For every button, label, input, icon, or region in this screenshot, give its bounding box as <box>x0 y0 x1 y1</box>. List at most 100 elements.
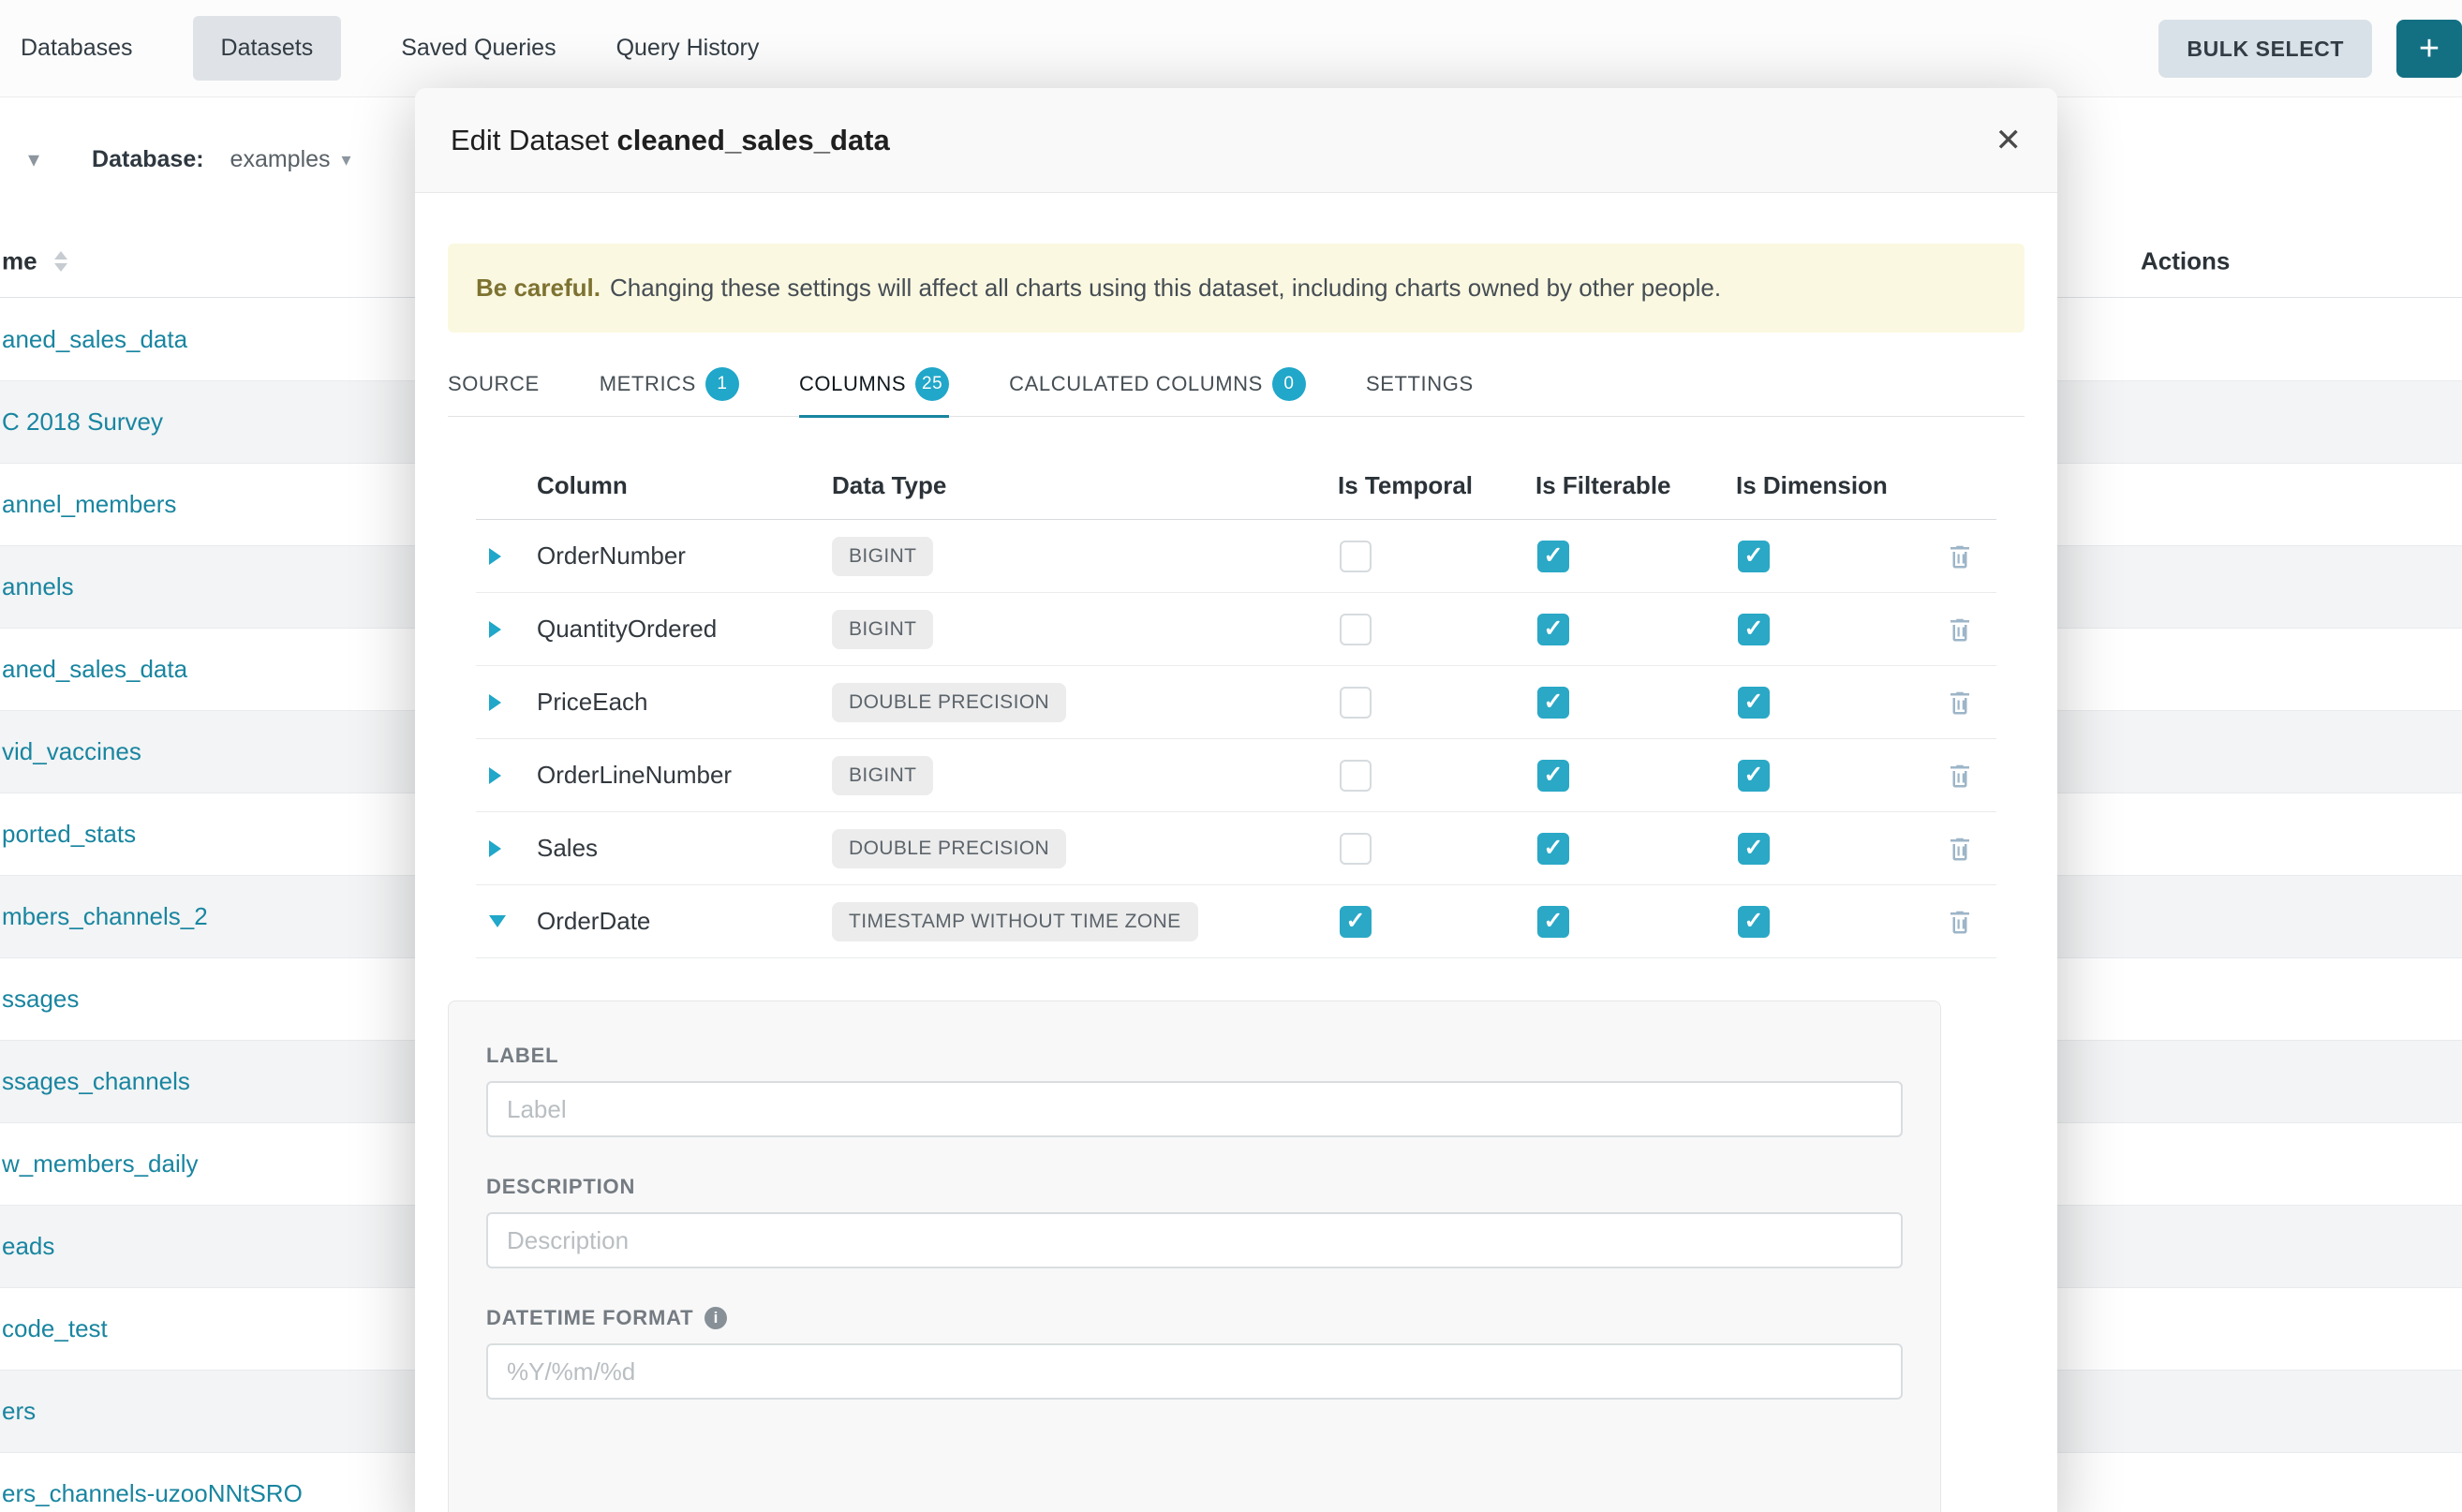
columns-table-rows: OrderNumber BIGINT QuantityOrdered BIGINT Pr… <box>476 520 1996 958</box>
header-is-filterable: Is Filterable <box>1535 471 1736 500</box>
expand-caret-icon[interactable] <box>489 694 501 711</box>
modal-tabs: SOURCE METRICS 1 COLUMNS 25 CALCULATED C… <box>448 351 2024 417</box>
dataset-link[interactable]: w_members_daily <box>2 1149 199 1178</box>
dataset-link[interactable]: C 2018 Survey <box>2 408 163 437</box>
dataset-link[interactable]: ported_stats <box>2 820 136 849</box>
expand-caret-icon[interactable] <box>489 840 501 857</box>
label-field-group: LABEL <box>486 1044 1903 1137</box>
column-name: OrderDate <box>537 907 650 936</box>
delete-column-icon[interactable] <box>1946 689 1974 717</box>
is-dimension-checkbox[interactable] <box>1738 760 1770 792</box>
is-dimension-checkbox[interactable] <box>1738 541 1770 572</box>
is-temporal-checkbox[interactable] <box>1340 760 1372 792</box>
dataset-link[interactable]: aned_sales_data <box>2 325 187 354</box>
is-filterable-checkbox[interactable] <box>1537 906 1569 938</box>
is-dimension-checkbox[interactable] <box>1738 833 1770 865</box>
is-filterable-checkbox[interactable] <box>1537 687 1569 719</box>
tab-metrics[interactable]: METRICS 1 <box>600 351 739 417</box>
datetime-format-input[interactable] <box>486 1343 1903 1400</box>
is-filterable-checkbox[interactable] <box>1537 541 1569 572</box>
nav-tab-saved-queries[interactable]: Saved Queries <box>401 35 556 62</box>
data-type-pill: BIGINT <box>832 610 933 649</box>
is-filterable-checkbox[interactable] <box>1537 760 1569 792</box>
is-temporal-checkbox[interactable] <box>1340 614 1372 645</box>
dataset-link[interactable]: annel_members <box>2 490 176 519</box>
nav-tab-query-history[interactable]: Query History <box>616 35 760 62</box>
dataset-link[interactable]: ssages_channels <box>2 1067 190 1096</box>
data-type-pill: DOUBLE PRECISION <box>832 683 1066 722</box>
data-type-pill: BIGINT <box>832 537 933 576</box>
tab-calculated-columns[interactable]: CALCULATED COLUMNS 0 <box>1009 351 1306 417</box>
column-row: PriceEachDOUBLE PRECISION <box>476 666 1996 739</box>
columns-table: Column Data Type Is Temporal Is Filterab… <box>476 417 1996 958</box>
nav-tabs: Databases Datasets Saved Queries Query H… <box>21 16 759 81</box>
tab-source-label: SOURCE <box>448 372 540 396</box>
nav-tab-databases[interactable]: Databases <box>21 35 133 62</box>
is-filterable-checkbox[interactable] <box>1537 614 1569 645</box>
close-icon[interactable]: ✕ <box>1995 125 2023 156</box>
is-filterable-checkbox[interactable] <box>1537 833 1569 865</box>
filter-toolbar: ▾ Database: examples ▾ <box>0 126 351 192</box>
description-field-label: DESCRIPTION <box>486 1175 1903 1199</box>
description-field-group: DESCRIPTION <box>486 1175 1903 1268</box>
name-column-header[interactable]: me <box>2 246 37 275</box>
expand-caret-icon[interactable] <box>489 621 501 638</box>
delete-column-icon[interactable] <box>1946 762 1974 790</box>
tab-columns[interactable]: COLUMNS 25 <box>799 351 949 417</box>
column-name: OrderNumber <box>537 541 686 571</box>
tab-source[interactable]: SOURCE <box>448 351 540 417</box>
is-dimension-checkbox[interactable] <box>1738 906 1770 938</box>
description-input[interactable] <box>486 1212 1903 1268</box>
datetime-format-field-label: DATETIME FORMAT <box>486 1306 693 1330</box>
tab-calculated-columns-label: CALCULATED COLUMNS <box>1009 372 1263 396</box>
dataset-link[interactable]: ssages <box>2 985 79 1014</box>
dataset-link[interactable]: eads <box>2 1232 54 1261</box>
nav-tab-datasets[interactable]: Datasets <box>193 16 342 81</box>
chevron-down-icon[interactable]: ▾ <box>342 148 351 171</box>
is-dimension-checkbox[interactable] <box>1738 687 1770 719</box>
column-name: QuantityOrdered <box>537 615 717 644</box>
dataset-link[interactable]: code_test <box>2 1314 108 1343</box>
datasets-page: Databases Datasets Saved Queries Query H… <box>0 0 2462 1512</box>
is-temporal-checkbox[interactable] <box>1340 687 1372 719</box>
dataset-link[interactable]: vid_vaccines <box>2 737 141 766</box>
dataset-link[interactable]: ers <box>2 1397 36 1426</box>
column-row: OrderDateTIMESTAMP WITHOUT TIME ZONE <box>476 885 1996 958</box>
add-dataset-button[interactable]: + <box>2396 20 2462 78</box>
expand-caret-icon[interactable] <box>489 767 501 784</box>
column-name: Sales <box>537 834 598 863</box>
modal-title-prefix: Edit Dataset <box>451 124 609 156</box>
delete-column-icon[interactable] <box>1946 615 1974 644</box>
label-input[interactable] <box>486 1081 1903 1137</box>
is-temporal-checkbox[interactable] <box>1340 541 1372 572</box>
chevron-down-icon[interactable]: ▾ <box>28 146 39 173</box>
tab-settings[interactable]: SETTINGS <box>1366 351 1474 417</box>
column-row: SalesDOUBLE PRECISION <box>476 812 1996 885</box>
info-icon[interactable] <box>704 1307 727 1329</box>
tab-columns-badge: 25 <box>915 367 949 401</box>
delete-column-icon[interactable] <box>1946 542 1974 571</box>
is-temporal-checkbox[interactable] <box>1340 833 1372 865</box>
warning-banner: Be careful. Changing these settings will… <box>448 244 2024 333</box>
columns-table-header: Column Data Type Is Temporal Is Filterab… <box>476 417 1996 520</box>
dataset-link[interactable]: mbers_channels_2 <box>2 902 208 931</box>
dataset-link[interactable]: annels <box>2 572 74 601</box>
dataset-link[interactable]: aned_sales_data <box>2 655 187 684</box>
column-row: OrderNumber BIGINT <box>476 520 1996 593</box>
collapse-caret-icon[interactable] <box>489 915 506 927</box>
delete-column-icon[interactable] <box>1946 908 1974 936</box>
header-column: Column <box>537 471 832 500</box>
is-dimension-checkbox[interactable] <box>1738 614 1770 645</box>
database-filter-label: Database: <box>92 146 204 173</box>
delete-column-icon[interactable] <box>1946 835 1974 863</box>
expand-caret-icon[interactable] <box>489 548 501 565</box>
database-filter-value[interactable]: examples <box>230 146 331 173</box>
sort-icon[interactable] <box>54 251 67 272</box>
dataset-link[interactable]: ers_channels-uzooNNtSRO <box>2 1479 303 1508</box>
header-data-type: Data Type <box>832 471 1338 500</box>
modal-body: Be careful. Changing these settings will… <box>415 244 2057 1512</box>
is-temporal-checkbox[interactable] <box>1340 906 1372 938</box>
modal-title-dataset: cleaned_sales_data <box>617 124 890 156</box>
top-nav: Databases Datasets Saved Queries Query H… <box>0 0 2462 97</box>
bulk-select-button[interactable]: BULK SELECT <box>2158 20 2372 78</box>
